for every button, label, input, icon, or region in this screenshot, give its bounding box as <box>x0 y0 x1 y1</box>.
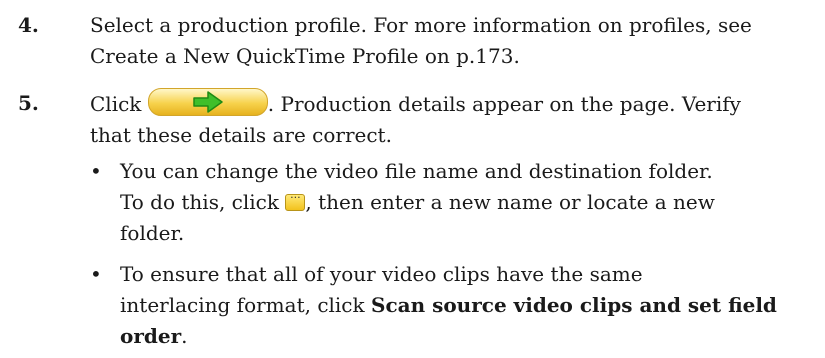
bullet-text: interlacing format, click <box>120 293 371 317</box>
browse-button[interactable]: ... <box>285 188 306 211</box>
step-line: Select a production profile. For more in… <box>90 13 752 37</box>
step-line: Create a New QuickTime Profile on p.173. <box>90 44 520 68</box>
step-line: that these details are correct. <box>90 123 392 147</box>
list-item: • To ensure that all of your video clips… <box>90 259 820 352</box>
click-label: Click <box>90 92 142 116</box>
step-text: Click . Production details appear on the… <box>90 88 825 151</box>
ellipsis-icon: ... <box>290 188 301 201</box>
step-number: 5. <box>18 91 39 115</box>
green-arrow-icon <box>193 91 223 113</box>
bullet-text: , then enter a new name or locate a new <box>305 190 715 214</box>
list-item: • You can change the video file name and… <box>90 156 820 249</box>
bullet-line: order. <box>120 321 820 352</box>
bullet-dot: • <box>90 262 102 286</box>
bullet-line: To do this, click ... , then enter a new … <box>120 187 820 218</box>
step-text: Select a production profile. For more in… <box>90 10 825 72</box>
bullet-text: . <box>181 324 188 348</box>
bullet-dot: • <box>90 159 102 183</box>
bullet-list: • You can change the video file name and… <box>90 156 820 352</box>
step-line: Click . Production details appear on the… <box>90 88 825 120</box>
next-arrow-button[interactable] <box>147 88 268 116</box>
bullet-line: folder. <box>120 221 185 245</box>
bullet-line: interlacing format, click Scan source vi… <box>120 290 820 321</box>
command-name: Scan source video clips and set field <box>371 293 777 317</box>
step-number: 4. <box>18 13 39 37</box>
bullet-text: To do this, click <box>120 190 279 214</box>
bullet-line: You can change the video file name and d… <box>120 159 713 183</box>
step-line-rest: . Production details appear on the page.… <box>267 92 741 116</box>
command-name: order <box>120 324 182 348</box>
bullet-line: To ensure that all of your video clips h… <box>120 262 643 286</box>
